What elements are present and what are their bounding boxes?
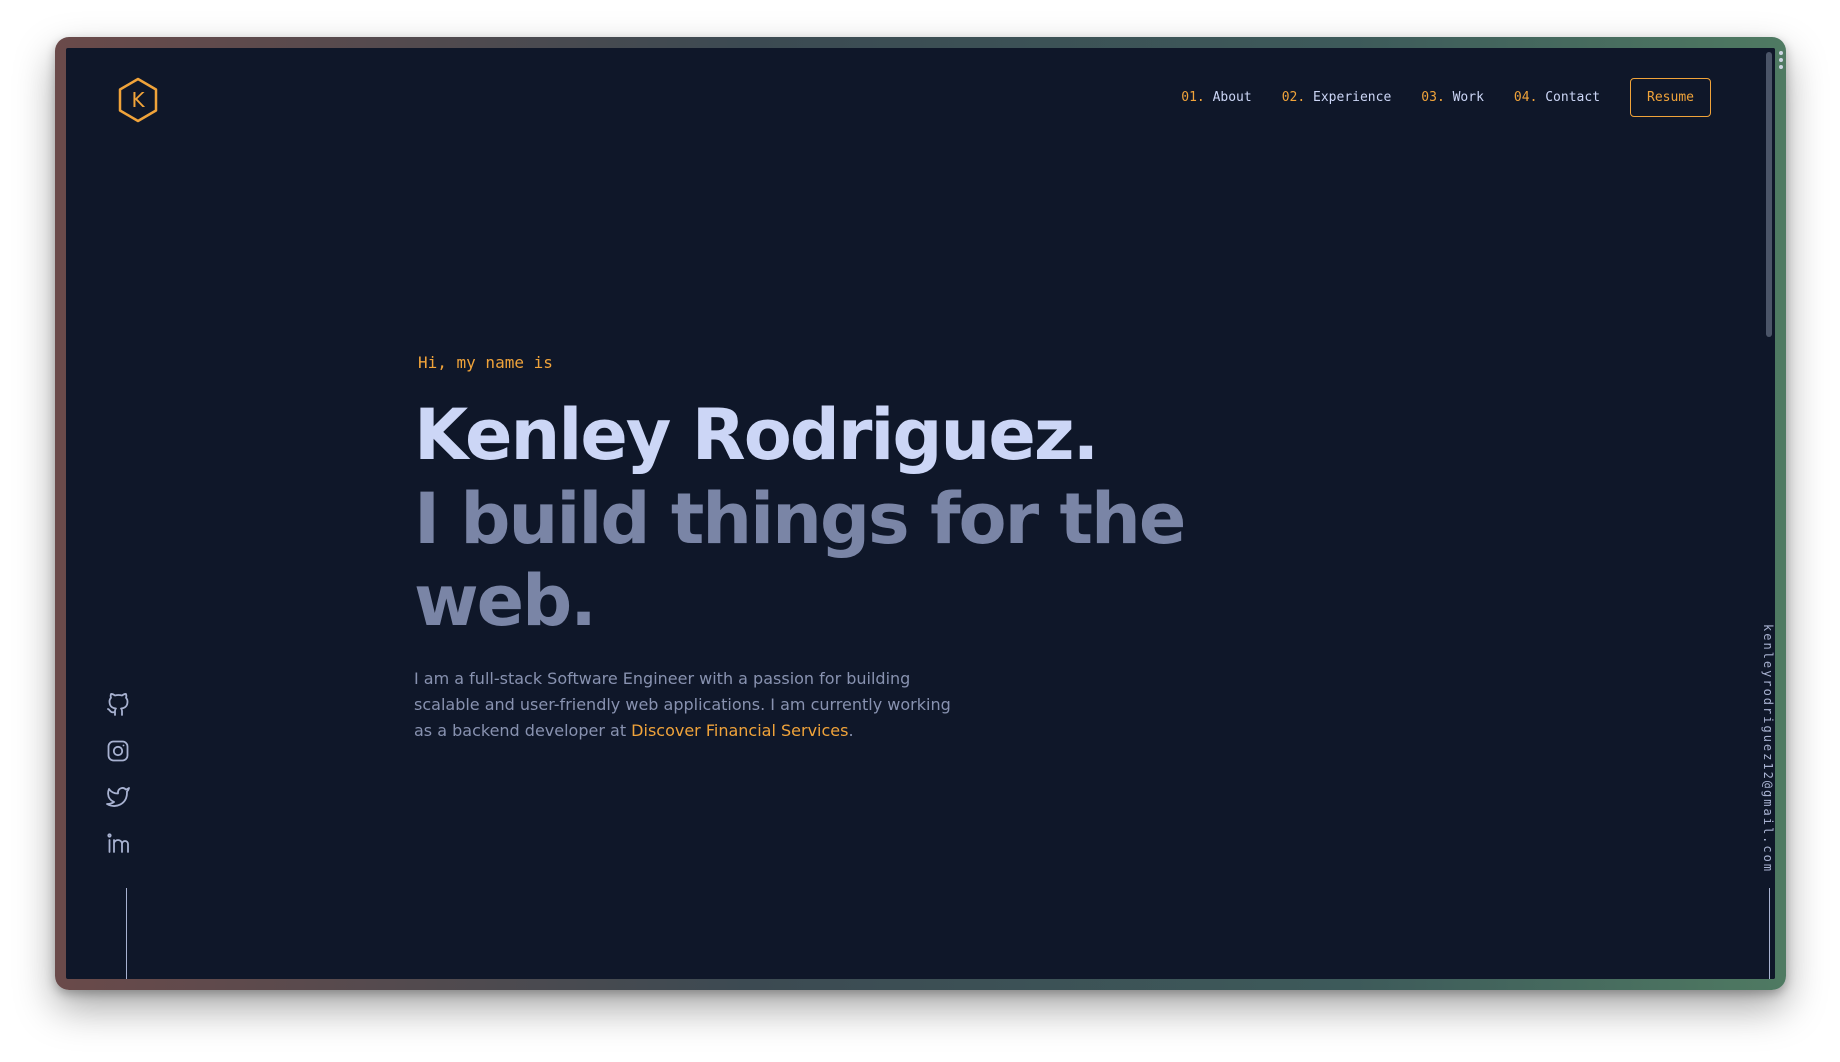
instagram-icon[interactable]: [106, 739, 130, 763]
nav-item-contact[interactable]: 04. Contact: [1514, 90, 1600, 105]
logo[interactable]: K: [116, 76, 160, 124]
resume-button[interactable]: Resume: [1630, 78, 1711, 117]
right-vertical-divider: [1769, 888, 1770, 979]
nav-number: 02.: [1281, 90, 1306, 105]
hero-greeting: Hi, my name is: [418, 353, 553, 372]
nav-item-work[interactable]: 03. Work: [1421, 90, 1484, 105]
bio-end: .: [848, 721, 854, 740]
github-icon[interactable]: [106, 693, 130, 717]
twitter-icon[interactable]: [106, 785, 130, 809]
nav-label: About: [1212, 90, 1252, 105]
hero-tagline: I build things for the web.: [414, 478, 1186, 642]
nav-item-experience[interactable]: 02. Experience: [1282, 90, 1392, 105]
nav-number: 03.: [1421, 90, 1445, 105]
logo-letter: K: [131, 88, 145, 112]
page-viewport: K 01. About 02. Experience 03. Work 04. …: [66, 48, 1775, 979]
nav-label: Contact: [1545, 90, 1601, 105]
email-link[interactable]: kenleyrodriguez12@gmail.com: [1761, 624, 1775, 873]
employer-link[interactable]: Discover Financial Services: [631, 721, 848, 740]
linkedin-icon[interactable]: [106, 831, 130, 855]
browser-window-frame: K 01. About 02. Experience 03. Work 04. …: [55, 37, 1786, 990]
main-nav: 01. About 02. Experience 03. Work 04. Co…: [1151, 78, 1711, 117]
nav-item-about[interactable]: 01. About: [1181, 90, 1251, 105]
scrollbar-thumb[interactable]: [1766, 52, 1772, 337]
window-menu-dots-icon[interactable]: [1779, 51, 1783, 72]
nav-number: 04.: [1513, 90, 1538, 105]
hero-section: Hi, my name is Kenley Rodriguez. I build…: [414, 353, 1314, 744]
hero-name: Kenley Rodriguez.: [414, 394, 1099, 476]
nav-number: 01.: [1181, 90, 1205, 105]
social-links: [106, 693, 132, 877]
left-vertical-divider: [126, 888, 127, 979]
hero-bio: I am a full-stack Software Engineer with…: [414, 666, 954, 744]
nav-label: Experience: [1313, 90, 1392, 105]
nav-label: Work: [1452, 90, 1484, 105]
